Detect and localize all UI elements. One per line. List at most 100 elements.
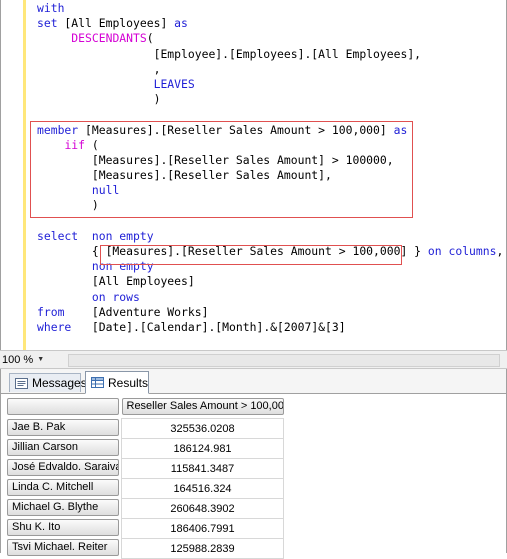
row-header[interactable]: Jae B. Pak bbox=[7, 418, 119, 436]
corner-header-cell[interactable] bbox=[7, 398, 119, 416]
code-line[interactable]: member [Measures].[Reseller Sales Amount… bbox=[37, 123, 503, 138]
code-line[interactable]: ) bbox=[37, 198, 503, 213]
code-token: [All Employees] bbox=[37, 274, 195, 289]
query-text[interactable]: with set [All Employees] as DESCENDANTS( … bbox=[37, 1, 503, 335]
keyword-token: as bbox=[174, 16, 188, 31]
table-row[interactable]: Tsvi Michael. Reiter 125988.2839 bbox=[7, 538, 284, 559]
code-line[interactable]: LEAVES bbox=[37, 77, 503, 92]
function-token: DESCENDANTS bbox=[71, 31, 147, 46]
keyword-token: non empty bbox=[91, 259, 154, 274]
query-editor[interactable]: with set [All Employees] as DESCENDANTS( … bbox=[0, 0, 507, 350]
code-token: [Adventure Works] bbox=[64, 304, 209, 319]
keyword-token: null bbox=[91, 183, 120, 198]
code-token: [Measures].[Reseller Sales Amount > 100,… bbox=[78, 122, 394, 137]
code-line[interactable]: , bbox=[37, 62, 503, 77]
row-header[interactable]: Jillian Carson bbox=[7, 438, 119, 456]
function-token: iif bbox=[64, 137, 86, 152]
keyword-token: member bbox=[37, 122, 79, 137]
code-token: [Employee].[Employees].[All Employees], bbox=[37, 46, 422, 61]
tab-results-label: Results bbox=[108, 375, 149, 390]
row-header[interactable]: Linda C. Mitchell bbox=[7, 478, 119, 496]
value-cell[interactable]: 186124.981 bbox=[121, 438, 284, 459]
code-line[interactable]: where [Date].[Calendar].[Month].&[2007]&… bbox=[37, 320, 503, 335]
code-line[interactable]: DESCENDANTS( bbox=[37, 31, 503, 46]
table-row[interactable]: Jillian Carson 186124.981 bbox=[7, 438, 284, 459]
keyword-token: select bbox=[37, 228, 79, 243]
results-grid: Reseller Sales Amount > 100,000 Jae B. P… bbox=[7, 398, 284, 559]
code-line[interactable]: [All Employees] bbox=[37, 274, 503, 289]
column-header[interactable]: Reseller Sales Amount > 100,000 bbox=[121, 398, 284, 415]
code-token: ) bbox=[37, 198, 99, 213]
value-cell[interactable]: 115841.3487 bbox=[121, 458, 284, 479]
header-row: Reseller Sales Amount > 100,000 bbox=[7, 398, 284, 419]
editor-status-strip: 100 % ▼ bbox=[0, 350, 507, 369]
zoom-value: 100 % bbox=[2, 353, 34, 366]
code-line[interactable]: { [Measures].[Reseller Sales Amount > 10… bbox=[37, 244, 503, 259]
keyword-token: LEAVES bbox=[153, 76, 195, 91]
row-header[interactable]: José Edvaldo. Saraiva bbox=[7, 458, 119, 476]
code-line[interactable]: [Measures].[Reseller Sales Amount], bbox=[37, 168, 503, 183]
tab-messages-label: Messages bbox=[32, 376, 87, 390]
keyword-token: on rows bbox=[91, 289, 140, 304]
code-token: ( bbox=[85, 137, 99, 152]
code-line[interactable]: non empty bbox=[37, 259, 503, 274]
dropdown-arrow-icon[interactable]: ▼ bbox=[37, 356, 44, 363]
keyword-token: from bbox=[37, 304, 65, 319]
change-margin-bar bbox=[23, 0, 26, 350]
grid-icon bbox=[91, 377, 104, 388]
editor-scrollbar[interactable] bbox=[495, 0, 505, 350]
table-row[interactable]: Linda C. Mitchell 164516.324 bbox=[7, 478, 284, 499]
code-line[interactable]: with bbox=[37, 1, 503, 16]
code-token: ( bbox=[146, 31, 154, 46]
table-row[interactable]: José Edvaldo. Saraiva 115841.3487 bbox=[7, 458, 284, 479]
tab-messages[interactable]: Messages bbox=[9, 373, 87, 392]
code-line[interactable]: set [All Employees] as bbox=[37, 16, 503, 31]
horizontal-scrollbar[interactable] bbox=[68, 354, 500, 367]
code-line[interactable]: on rows bbox=[37, 290, 503, 305]
keyword-token: where bbox=[37, 319, 72, 334]
results-pane: Messages Results Reseller Sales Amount >… bbox=[0, 369, 507, 559]
value-cell[interactable]: 325536.0208 bbox=[121, 418, 284, 439]
code-line[interactable] bbox=[37, 107, 503, 122]
code-line[interactable]: iif ( bbox=[37, 138, 503, 153]
table-row[interactable]: Shu K. Ito 186406.7991 bbox=[7, 518, 284, 539]
code-line[interactable]: select non empty bbox=[37, 229, 503, 244]
code-token: [Measures].[Reseller Sales Amount] > 100… bbox=[37, 152, 394, 167]
table-row[interactable]: Jae B. Pak 325536.0208 bbox=[7, 418, 284, 439]
code-line[interactable]: [Measures].[Reseller Sales Amount] > 100… bbox=[37, 153, 503, 168]
code-token: [Date].[Calendar].[Month].&[2007]&[3] bbox=[71, 319, 346, 334]
table-row[interactable]: Michael G. Blythe 260648.3902 bbox=[7, 498, 284, 519]
tab-results[interactable]: Results bbox=[85, 371, 149, 394]
keyword-token: as bbox=[393, 122, 408, 137]
keyword-token: on columns bbox=[427, 244, 497, 258]
value-cell[interactable]: 186406.7991 bbox=[121, 518, 284, 539]
value-cell[interactable]: 164516.324 bbox=[121, 478, 284, 499]
code-line[interactable]: ) bbox=[37, 92, 503, 107]
keyword-token: set bbox=[37, 16, 58, 31]
row-header[interactable]: Shu K. Ito bbox=[7, 518, 119, 536]
results-tab-strip: Messages Results bbox=[1, 369, 506, 394]
code-line[interactable] bbox=[37, 214, 503, 229]
value-cell[interactable]: 260648.3902 bbox=[121, 498, 284, 519]
row-header[interactable]: Michael G. Blythe bbox=[7, 498, 119, 516]
code-token: ) bbox=[37, 92, 161, 107]
keyword-token: with bbox=[37, 1, 65, 15]
keyword-token: non empty bbox=[91, 228, 154, 243]
code-line[interactable]: null bbox=[37, 183, 503, 198]
code-line[interactable]: [Employee].[Employees].[All Employees], bbox=[37, 47, 503, 62]
code-token: [All Employees] bbox=[57, 16, 175, 31]
value-cell[interactable]: 125988.2839 bbox=[121, 538, 284, 559]
code-token: [Measures].[Reseller Sales Amount], bbox=[37, 168, 332, 183]
code-token: , bbox=[37, 61, 161, 76]
messages-icon bbox=[15, 377, 28, 389]
zoom-select[interactable]: 100 % ▼ bbox=[2, 353, 44, 366]
code-token: { [Measures].[Reseller Sales Amount > 10… bbox=[37, 244, 428, 258]
code-line[interactable]: from [Adventure Works] bbox=[37, 305, 503, 320]
